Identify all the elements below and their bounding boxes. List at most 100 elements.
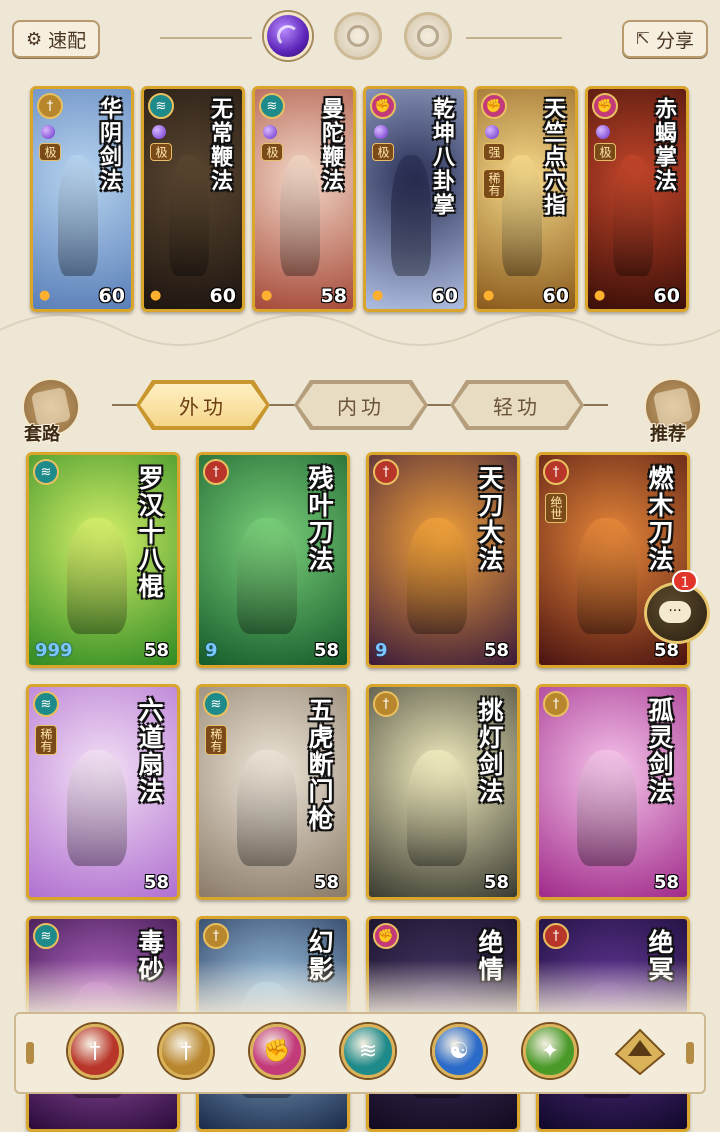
school-icon: † — [543, 459, 569, 485]
school-icon: † — [543, 691, 569, 717]
level-label: 60 — [542, 285, 569, 307]
level-label: 58 — [143, 872, 169, 893]
character-figure — [577, 518, 637, 634]
moon-icon — [152, 125, 166, 139]
filter-staff-icon[interactable]: ✦ — [523, 1024, 577, 1078]
level-label: 58 — [483, 640, 509, 661]
level-label: 58 — [320, 285, 347, 307]
collapse-arrow-icon[interactable] — [614, 1026, 666, 1076]
school-icon: † — [373, 691, 399, 717]
character-figure — [407, 750, 467, 866]
gear-icon: ⚙ — [26, 28, 43, 50]
loadout-slot-2[interactable] — [334, 12, 382, 60]
chat-bubble-icon: ··· — [659, 601, 691, 623]
tab-neigong[interactable]: 内功 — [298, 384, 424, 426]
school-icon: ✊ — [370, 93, 396, 119]
character-figure — [391, 155, 431, 276]
level-label: 60 — [653, 285, 680, 307]
skill-card[interactable]: ≋ 极 曼陀鞭法 58 ● — [252, 86, 356, 312]
character-figure — [169, 155, 209, 276]
card-title: 华阴剑法 — [96, 97, 122, 193]
filter-sword-icon[interactable]: † — [68, 1024, 122, 1078]
moon-icon — [263, 125, 277, 139]
chat-badge: 1 — [672, 570, 698, 592]
share-button[interactable]: ⇱ 分享 — [621, 20, 708, 58]
school-icon: ✊ — [481, 93, 507, 119]
star-count: 9 — [205, 640, 218, 661]
card-title: 天刀大法 — [475, 465, 504, 573]
filter-blade-icon[interactable]: † — [159, 1024, 213, 1078]
card-title: 六道扇法 — [135, 697, 164, 805]
level-label: 58 — [653, 872, 679, 893]
skill-card[interactable]: † 天刀大法 58 9 — [366, 452, 520, 668]
skill-card[interactable]: ≋ 稀有 六道扇法 58 — [26, 684, 180, 900]
character-figure — [613, 155, 653, 276]
chat-button[interactable]: ··· — [644, 582, 710, 644]
divider — [466, 37, 562, 39]
flame-icon: ● — [261, 288, 273, 303]
loadout-slot-3[interactable] — [404, 12, 452, 60]
school-icon: † — [203, 923, 229, 949]
grade-badge: 强 — [483, 143, 505, 161]
moon-icon — [485, 125, 499, 139]
card-title: 挑灯剑法 — [475, 697, 504, 805]
quick-match-button[interactable]: ⚙ 速配 — [12, 20, 101, 58]
skill-card[interactable]: † 残叶刀法 58 9 — [196, 452, 350, 668]
skill-card[interactable]: ✊ 极 赤蝎掌法 60 ● — [585, 86, 689, 312]
level-label: 60 — [209, 285, 236, 307]
level-label: 60 — [98, 285, 125, 307]
flame-icon: ● — [594, 288, 606, 303]
skill-card[interactable]: ✊ 强稀有 天竺点穴指 60 ● — [474, 86, 578, 312]
filter-fan-icon[interactable]: ≋ — [341, 1024, 395, 1078]
skill-card[interactable]: ✊ 极 乾坤八卦掌 60 ● — [363, 86, 467, 312]
tab-waigong[interactable]: 外功 — [140, 384, 266, 426]
filter-fist-icon[interactable]: ✊ — [250, 1024, 304, 1078]
flame-icon: ● — [483, 288, 495, 303]
tab-label: 轻功 — [493, 394, 541, 419]
level-label: 60 — [431, 285, 458, 307]
scroll-fade — [0, 960, 720, 1020]
card-title: 天竺点穴指 — [540, 97, 566, 217]
skill-card[interactable]: † 孤灵剑法 58 — [536, 684, 690, 900]
filter-taiji-icon[interactable]: ☯ — [432, 1024, 486, 1078]
flame-icon: ● — [39, 288, 51, 303]
bar-knob — [26, 1042, 34, 1064]
tab-label: 内功 — [337, 394, 385, 419]
card-title: 赤蝎掌法 — [651, 97, 677, 193]
rarity-badge: 稀有 — [35, 725, 57, 755]
level-label: 58 — [313, 872, 339, 893]
skill-card[interactable]: † 极 华阴剑法 60 ● — [30, 86, 134, 312]
character-figure — [67, 518, 127, 634]
share-icon: ⇱ — [635, 29, 650, 49]
level-label: 58 — [313, 640, 339, 661]
loadout-slot-1[interactable] — [264, 12, 312, 60]
school-icon: ≋ — [259, 93, 285, 119]
card-title: 罗汉十八棍 — [135, 465, 164, 600]
card-title: 五虎断门枪 — [305, 697, 334, 832]
school-icon: † — [543, 923, 569, 949]
school-icon: † — [373, 459, 399, 485]
card-title: 乾坤八卦掌 — [429, 97, 455, 217]
skill-card[interactable]: ≋ 极 无常鞭法 60 ● — [141, 86, 245, 312]
level-label: 58 — [143, 640, 169, 661]
card-title: 曼陀鞭法 — [318, 97, 344, 193]
tab-qinggong[interactable]: 轻功 — [454, 384, 580, 426]
skill-card[interactable]: ≋ 罗汉十八棍 58 999 — [26, 452, 180, 668]
skill-card[interactable]: ≋ 稀有 五虎断门枪 58 — [196, 684, 350, 900]
school-icon: ≋ — [33, 923, 59, 949]
quick-match-label: 速配 — [48, 29, 87, 52]
tab-label: 外功 — [179, 394, 227, 419]
school-icon: ≋ — [33, 691, 59, 717]
card-title: 燃木刀法 — [645, 465, 674, 573]
school-icon: ≋ — [148, 93, 174, 119]
character-figure — [58, 155, 98, 276]
rarity-badge: 绝世 — [545, 493, 567, 523]
school-icon: ≋ — [33, 459, 59, 485]
character-figure — [237, 750, 297, 866]
grade-badge: 极 — [594, 143, 616, 161]
school-icon: ✊ — [592, 93, 618, 119]
character-figure — [577, 750, 637, 866]
school-icon: † — [37, 93, 63, 119]
rarity-badge: 稀有 — [205, 725, 227, 755]
skill-card[interactable]: † 挑灯剑法 58 — [366, 684, 520, 900]
